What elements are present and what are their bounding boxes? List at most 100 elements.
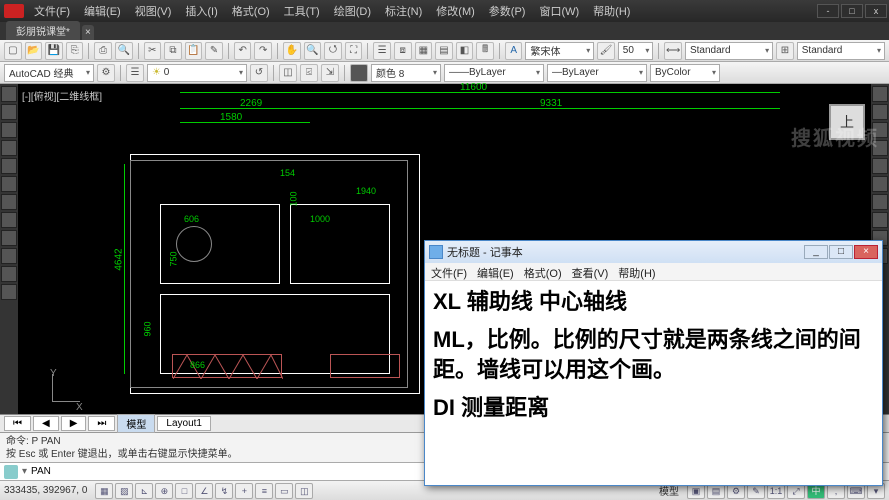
np-menu-file[interactable]: 文件(F)	[431, 265, 467, 278]
tool-a-icon[interactable]	[1, 230, 17, 246]
menu-insert[interactable]: 插入(I)	[179, 1, 223, 21]
insert-icon[interactable]: ⍃	[300, 64, 318, 82]
menu-view[interactable]: 视图(V)	[129, 1, 178, 21]
text2-icon[interactable]	[1, 194, 17, 210]
workspace-select[interactable]: AutoCAD 经典	[4, 64, 94, 82]
lineweight-select[interactable]: — ByLayer	[547, 64, 647, 82]
print-icon[interactable]: ⎙	[94, 42, 112, 60]
menu-draw[interactable]: 绘图(D)	[328, 1, 377, 21]
mark-icon[interactable]: ◧	[456, 42, 474, 60]
menu-format[interactable]: 格式(O)	[226, 1, 276, 21]
tp-icon[interactable]: ▦	[415, 42, 433, 60]
ws-gear-icon[interactable]: ⚙	[97, 64, 115, 82]
font-select[interactable]: 繁宋体	[525, 42, 594, 60]
notepad-titlebar[interactable]: 无标题 - 记事本 _ □ ×	[425, 241, 882, 263]
calc-icon[interactable]: 🖩	[476, 42, 494, 60]
np-minimize[interactable]: _	[804, 245, 828, 259]
tablestyle-select[interactable]: Standard	[797, 42, 885, 60]
np-menu-format[interactable]: 格式(O)	[524, 265, 562, 278]
circle-icon[interactable]	[1, 122, 17, 138]
plotstyle-select[interactable]: ByColor	[650, 64, 720, 82]
command-input[interactable]: PAN	[31, 466, 51, 477]
block-icon[interactable]: ◫	[279, 64, 297, 82]
tab-model[interactable]: 模型	[117, 414, 155, 433]
doc-tab-close[interactable]: ×	[82, 25, 94, 40]
extend-icon[interactable]	[872, 158, 888, 174]
open-icon[interactable]: 📂	[25, 42, 43, 60]
np-menu-edit[interactable]: 编辑(E)	[477, 265, 514, 278]
fontsize-select[interactable]: 50	[618, 42, 654, 60]
polar-toggle[interactable]: ⊕	[155, 483, 173, 499]
ducs-toggle[interactable]: ↯	[215, 483, 233, 499]
tool-d-icon[interactable]	[1, 284, 17, 300]
table-icon[interactable]: ⊞	[776, 42, 794, 60]
zoom-icon[interactable]: 🔍	[304, 42, 322, 60]
orbit-icon[interactable]: ⭯	[324, 42, 342, 60]
copy2-icon[interactable]	[872, 104, 888, 120]
tabnav-last[interactable]: ⏭	[88, 416, 115, 431]
grid-toggle[interactable]: ▨	[115, 483, 133, 499]
ssm-icon[interactable]: ▤	[435, 42, 453, 60]
scale-icon[interactable]	[872, 212, 888, 228]
preview-icon[interactable]: 🔍	[115, 42, 133, 60]
rect-icon[interactable]	[1, 158, 17, 174]
snap-toggle[interactable]: ▦	[95, 483, 113, 499]
saveall-icon[interactable]: ⎘	[66, 42, 84, 60]
menu-window[interactable]: 窗口(W)	[533, 1, 585, 21]
menu-param[interactable]: 参数(P)	[483, 1, 532, 21]
notepad-window[interactable]: 无标题 - 记事本 _ □ × 文件(F) 编辑(E) 格式(O) 查看(V) …	[424, 240, 883, 486]
doc-tab[interactable]: 彭朋锐课堂*	[6, 21, 80, 40]
layer-select[interactable]: ☀ 0	[147, 64, 247, 82]
lwt-toggle[interactable]: ≡	[255, 483, 273, 499]
brush-icon[interactable]: 🖌	[597, 42, 615, 60]
props-icon[interactable]: ☰	[373, 42, 391, 60]
np-menu-view[interactable]: 查看(V)	[572, 265, 609, 278]
menu-modify[interactable]: 修改(M)	[430, 1, 481, 21]
np-menu-help[interactable]: 帮助(H)	[618, 265, 655, 278]
notepad-textarea[interactable]: XL 辅助线 中心轴线 ML，比例。比例的尺寸就是两条线之间的间距。墙线可以用这…	[425, 281, 882, 437]
menu-file[interactable]: 文件(F)	[28, 1, 76, 21]
menu-tools[interactable]: 工具(T)	[278, 1, 326, 21]
tabnav-first[interactable]: ⏮	[4, 416, 31, 431]
viewcube[interactable]: 上	[829, 104, 865, 140]
viewport-label[interactable]: [-][俯视][二维线框]	[22, 88, 102, 103]
tool-c-icon[interactable]	[1, 266, 17, 282]
menu-edit[interactable]: 编辑(E)	[78, 1, 127, 21]
new-icon[interactable]: ▢	[4, 42, 22, 60]
menu-dim[interactable]: 标注(N)	[379, 1, 428, 21]
zoomwin-icon[interactable]: ⛶	[345, 42, 363, 60]
tabnav-prev[interactable]: ◀	[33, 416, 59, 431]
restore-button[interactable]: □	[841, 4, 863, 18]
mirror-icon[interactable]	[872, 194, 888, 210]
menu-help[interactable]: 帮助(H)	[587, 1, 636, 21]
layer-prev-icon[interactable]: ↺	[250, 64, 268, 82]
np-maximize[interactable]: □	[829, 245, 853, 259]
colorwell-icon[interactable]	[350, 64, 368, 82]
line-icon[interactable]	[1, 86, 17, 102]
tool-b-icon[interactable]	[1, 248, 17, 264]
osnap-toggle[interactable]: □	[175, 483, 193, 499]
copy-icon[interactable]: ⧉	[164, 42, 182, 60]
dim2-icon[interactable]	[1, 212, 17, 228]
offset-icon[interactable]	[872, 176, 888, 192]
layerprops-icon[interactable]: ☰	[126, 64, 144, 82]
otrack-toggle[interactable]: ∠	[195, 483, 213, 499]
pan-icon[interactable]: ✋	[283, 42, 301, 60]
match-icon[interactable]: ✎	[205, 42, 223, 60]
sc-toggle[interactable]: ◫	[295, 483, 313, 499]
pline-icon[interactable]	[1, 104, 17, 120]
save-icon[interactable]: 💾	[45, 42, 63, 60]
text-icon[interactable]: A	[505, 42, 523, 60]
tab-layout1[interactable]: Layout1	[157, 416, 211, 431]
hatch-icon[interactable]	[1, 176, 17, 192]
dimlin-icon[interactable]: ⟷	[664, 42, 682, 60]
undo-icon[interactable]: ↶	[234, 42, 252, 60]
dyn-toggle[interactable]: +	[235, 483, 253, 499]
trim-icon[interactable]	[872, 140, 888, 156]
tabnav-next[interactable]: ▶	[61, 416, 87, 431]
redo-icon[interactable]: ↷	[254, 42, 272, 60]
close-button[interactable]: x	[865, 4, 887, 18]
rotate-icon[interactable]	[872, 122, 888, 138]
dc-icon[interactable]: ⧈	[394, 42, 412, 60]
drawing-viewport[interactable]: [-][俯视][二维线框] 上 搜狐视频 11600 2269 9331 158…	[0, 84, 889, 414]
